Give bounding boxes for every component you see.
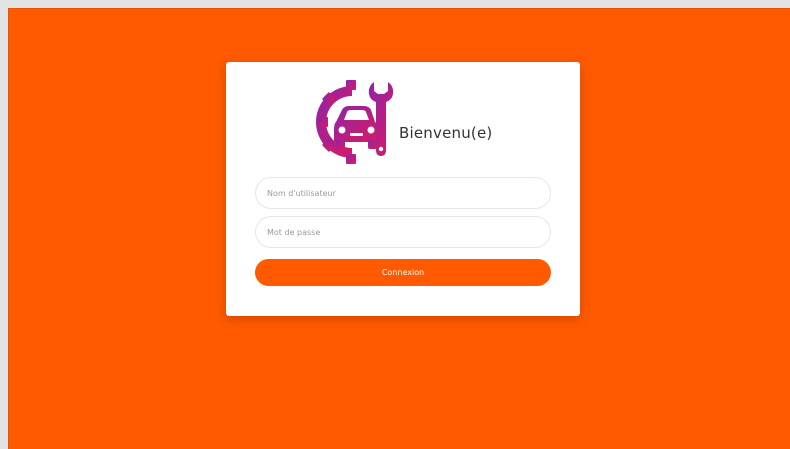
- password-input[interactable]: [255, 216, 551, 248]
- welcome-title: Bienvenu(e): [399, 124, 493, 142]
- login-card: Bienvenu(e) Connexion: [226, 62, 580, 316]
- login-button[interactable]: Connexion: [255, 259, 551, 286]
- username-input[interactable]: [255, 177, 551, 209]
- car-gear-wrench-icon: [316, 80, 394, 164]
- login-screen: Bienvenu(e) Connexion: [8, 8, 790, 449]
- brand-header: Bienvenu(e): [312, 78, 512, 168]
